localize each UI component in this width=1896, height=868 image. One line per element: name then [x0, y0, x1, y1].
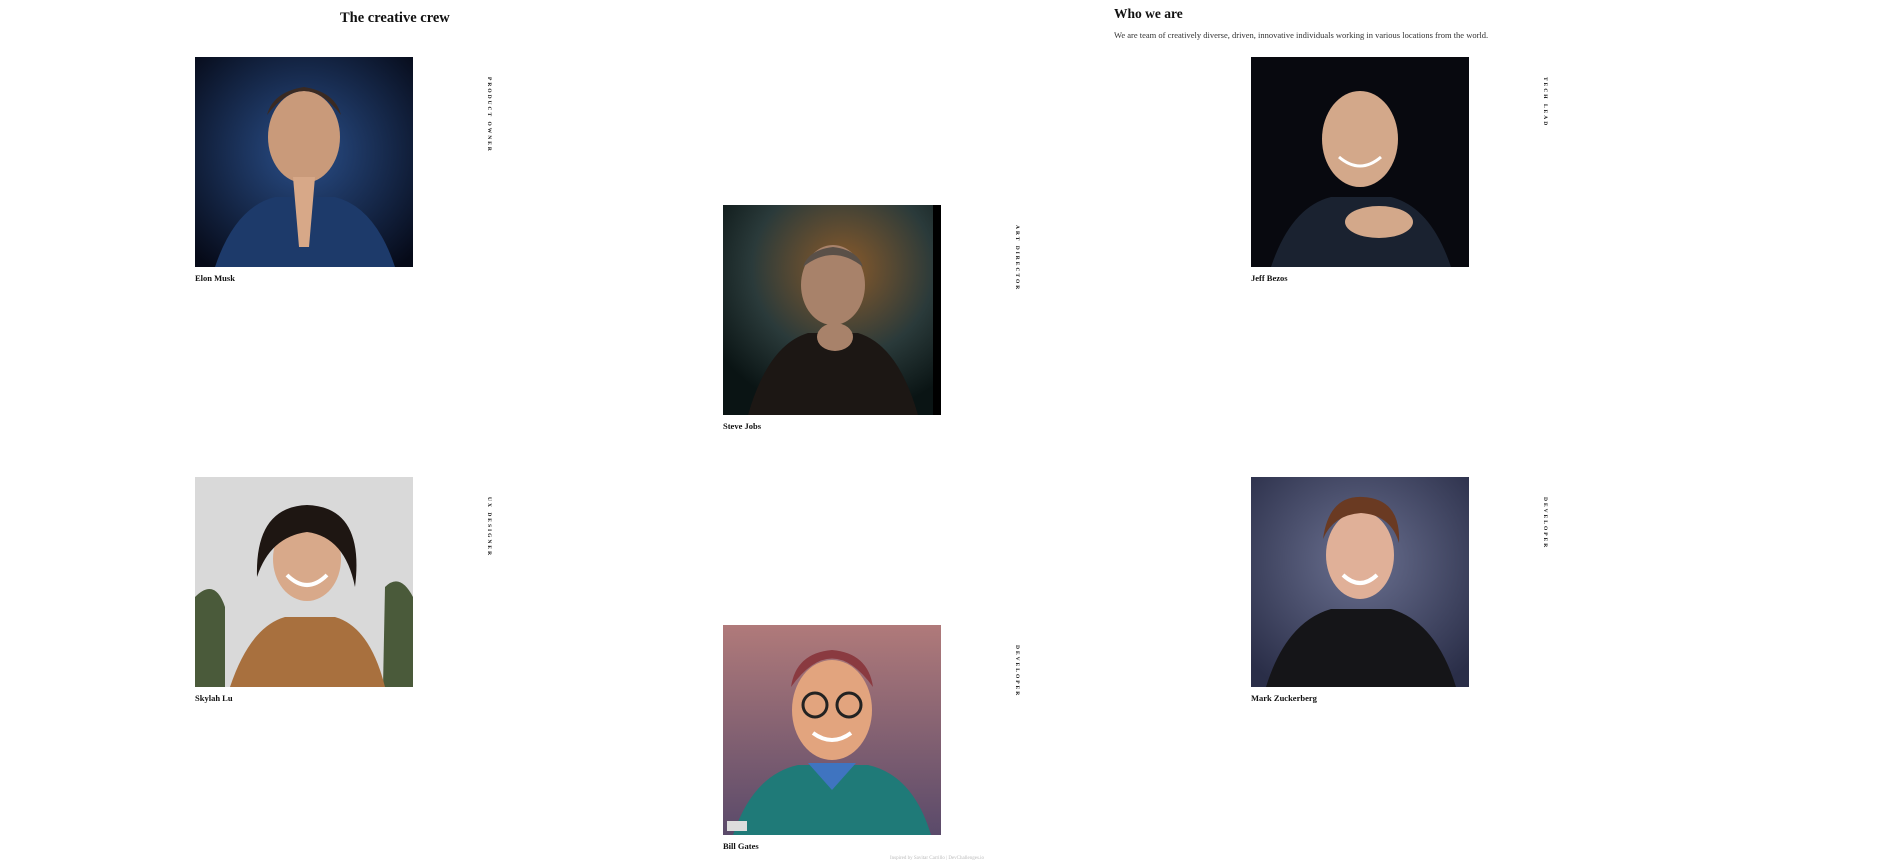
portrait-image: [195, 57, 413, 267]
member-photo: [195, 57, 413, 267]
portrait-image: [1251, 57, 1469, 267]
member-name: Mark Zuckerberg: [1251, 693, 1317, 703]
portrait-image: [195, 477, 413, 687]
member-role: ART DIRECTOR: [1014, 225, 1020, 292]
member-role: DEVELOPER: [1014, 645, 1020, 698]
member-photo: [723, 205, 941, 415]
member-name: Steve Jobs: [723, 421, 762, 431]
member-photo: [723, 625, 941, 835]
member-name: Skylah Lu: [195, 693, 233, 703]
page-title: The creative crew: [340, 10, 450, 26]
member-photo: [1251, 57, 1469, 267]
member-photo: [1251, 477, 1469, 687]
portrait-image: [723, 205, 941, 415]
member-photo: [195, 477, 413, 687]
intro-description: We are team of creatively diverse, drive…: [1114, 30, 1489, 40]
member-name: Elon Musk: [195, 273, 235, 283]
portrait-image: [1251, 477, 1469, 687]
member-role: UX DESIGNER: [486, 497, 492, 558]
footer-credit: Inspired by Savitar Carrillo | DevChalle…: [890, 856, 985, 861]
member-role: TECH LEAD: [1542, 77, 1548, 128]
portrait-image: [723, 625, 941, 835]
member-role: PRODUCT OWNER: [486, 77, 492, 153]
intro-title: Who we are: [1114, 6, 1183, 21]
member-role: DEVELOPER: [1542, 497, 1548, 550]
member-name: Bill Gates: [723, 841, 759, 851]
member-name: Jeff Bezos: [1251, 273, 1288, 283]
